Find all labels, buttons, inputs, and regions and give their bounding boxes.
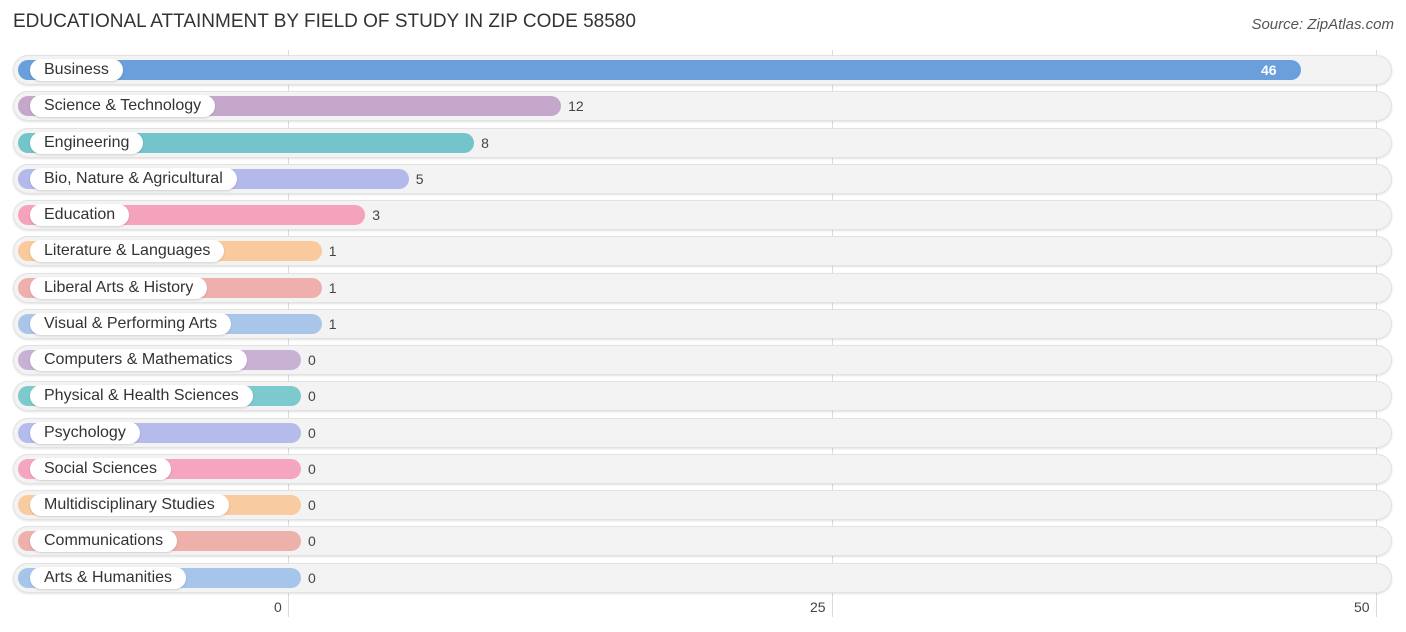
category-label: Literature & Languages [30,240,225,263]
bar[interactable] [18,60,1301,80]
category-label: Psychology [30,421,140,444]
value-label: 1 [328,279,337,296]
category-label: Business [30,59,123,81]
value-label: 0 [308,497,316,513]
x-tick-label: 0 [274,599,282,615]
value-label: 0 [308,460,316,477]
category-label: Liberal Arts & History [30,276,208,299]
value-label: 0 [308,388,316,405]
value-label: 0 [308,352,316,368]
category-label: Communications [30,530,178,553]
category-label: Computers & Mathematics [30,349,247,371]
category-label: Visual & Performing Arts [30,312,232,335]
value-label: 46 [1260,62,1277,78]
value-label: 12 [568,98,584,115]
x-tick-label: 50 [1354,599,1370,615]
bar-chart: Business 46 Science & Technology 12 Engineer… [0,0,1406,632]
value-label: 1 [328,315,337,332]
category-label: Engineering [30,131,144,154]
value-label: 8 [481,134,489,151]
value-label: 5 [415,170,424,187]
value-label: 0 [308,424,316,441]
x-tick-label: 25 [810,599,826,615]
value-label: 0 [308,569,316,586]
category-label: Arts & Humanities [30,566,187,589]
category-label: Multidisciplinary Studies [30,494,229,516]
category-label: Bio, Nature & Agricultural [30,167,237,190]
category-label: Education [30,204,130,226]
category-label: Physical & Health Sciences [30,385,253,408]
value-label: 3 [372,207,381,223]
value-label: 0 [308,533,316,550]
category-label: Social Sciences [30,457,171,480]
value-label: 1 [328,243,337,260]
category-label: Science & Technology [30,95,216,118]
